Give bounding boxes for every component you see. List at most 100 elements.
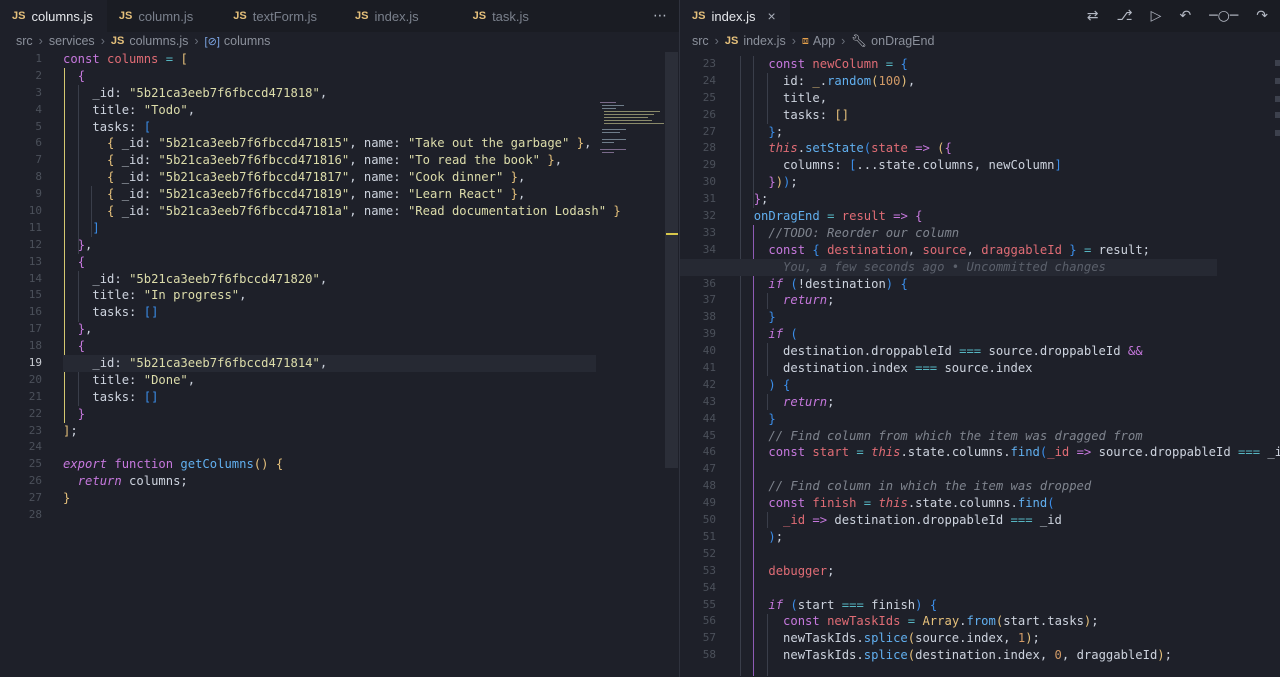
left-tab-actions: ⋯ xyxy=(653,0,679,32)
line-number: 46 xyxy=(702,445,716,459)
line-number: 39 xyxy=(702,327,716,341)
breadcrumb-file[interactable]: index.js xyxy=(743,34,785,48)
code-editor-columns[interactable]: 1 2 3 4 5 6 7 8 9 10 11 12 13 14 15 16 17 18 19 20 21 22 23 24 2… xyxy=(0,51,679,677)
tab-task-js[interactable]: JS task.js xyxy=(433,0,543,32)
tab-label: task.js xyxy=(492,8,529,24)
breadcrumb-services[interactable]: services xyxy=(49,34,95,48)
git-pull-request-icon[interactable]: ⎇ xyxy=(1117,8,1133,24)
code-line: destination.index === source.index xyxy=(739,361,1033,376)
line-number: 57 xyxy=(702,631,716,645)
js-file-icon: JS xyxy=(233,10,247,22)
code-line: return; xyxy=(783,293,835,308)
code-line: { _id: "5b21ca3eeb7f6fbccd471819", name:… xyxy=(107,187,526,202)
run-icon[interactable]: ▷ xyxy=(1151,8,1162,24)
code-line: title: "Todo", xyxy=(92,102,196,117)
code-line: { xyxy=(77,339,86,354)
breadcrumb-class[interactable]: App xyxy=(813,34,835,48)
code-line: } xyxy=(768,411,776,426)
line-number: 25 xyxy=(702,90,716,104)
scrollbar-change-marker xyxy=(666,233,678,235)
line-number: 28 xyxy=(28,508,42,522)
code-line: debugger; xyxy=(768,563,835,578)
breadcrumb-src[interactable]: src xyxy=(692,34,709,48)
line-number: 2 xyxy=(35,68,42,82)
go-back-icon[interactable]: ↶ xyxy=(1179,8,1191,24)
minimap[interactable] xyxy=(596,101,666,161)
vertical-scrollbar[interactable] xyxy=(1274,52,1280,672)
variable-symbol-icon: [⊘] xyxy=(204,35,220,48)
js-file-icon: JS xyxy=(12,10,26,22)
code-line: tasks: [] xyxy=(92,389,159,404)
go-forward-icon[interactable]: ↷ xyxy=(1256,8,1268,24)
code-line: { _id: "5b21ca3eeb7f6fbccd471815", name:… xyxy=(107,136,592,151)
breadcrumb-src[interactable]: src xyxy=(16,34,33,48)
minimap-line xyxy=(604,111,660,112)
line-number: 4 xyxy=(35,102,42,116)
line-number: 18 xyxy=(28,339,42,353)
tab-label: index.js xyxy=(374,8,419,24)
line-number: 23 xyxy=(702,57,716,70)
minimap-line xyxy=(602,152,614,153)
code-line: tasks: [] xyxy=(92,305,159,320)
tab-label: index.js xyxy=(711,8,756,24)
line-number: 12 xyxy=(28,237,42,251)
code-line: return; xyxy=(783,394,835,409)
line-number: 9 xyxy=(35,187,42,201)
minimap-line xyxy=(600,102,616,103)
tab-label: columns.js xyxy=(31,8,93,24)
code-line: { xyxy=(77,254,86,269)
line-number: 27 xyxy=(28,491,42,505)
line-number: 43 xyxy=(702,394,716,408)
tab-column-js[interactable]: JS column.js xyxy=(107,0,207,32)
line-number: 41 xyxy=(702,361,716,375)
code-line: const finish = this.state.columns.find( xyxy=(768,496,1055,511)
code-line: newTaskIds.splice(destination.index, 0, … xyxy=(739,648,1172,663)
code-line: ]; xyxy=(63,423,78,438)
right-tab-actions: ⇄ ⎇ ▷ ↶ ─○─ ↷ xyxy=(1087,0,1280,32)
code-line: title: "Done", xyxy=(92,372,196,387)
tab-textform-js[interactable]: JS textForm.js xyxy=(207,0,331,32)
tab-index-js-right[interactable]: JS index.js × xyxy=(680,0,790,32)
chevron-right-icon: › xyxy=(100,34,105,48)
chevron-right-icon: › xyxy=(38,34,43,48)
line-number: 7 xyxy=(35,153,42,167)
code-editor-index[interactable]: 2324252627282930313233343536373839404142… xyxy=(680,56,1280,677)
line-number-gutter: 1 2 3 4 5 6 7 8 9 10 11 12 13 14 15 16 17 18 19 20 21 22 23 24 2… xyxy=(0,51,54,524)
line-number: 38 xyxy=(702,310,716,324)
minimap-line xyxy=(602,108,616,109)
breadcrumb-symbol[interactable]: columns xyxy=(224,34,271,48)
code-line: id: _.random(100), xyxy=(783,73,916,88)
chevron-right-icon: › xyxy=(714,34,719,48)
tab-index-js[interactable]: JS index.js xyxy=(331,0,433,32)
breadcrumb-file[interactable]: columns.js xyxy=(129,34,188,48)
code-line: const start = this.state.columns.find(_i… xyxy=(768,445,1280,460)
close-icon[interactable]: × xyxy=(768,8,776,24)
wrench-icon: 🔧︎ xyxy=(851,33,868,48)
line-number: 45 xyxy=(702,428,716,442)
line-number: 28 xyxy=(702,141,716,155)
tab-columns-js[interactable]: JS columns.js xyxy=(0,0,107,32)
code-line: _id: "5b21ca3eeb7f6fbccd471820", xyxy=(92,271,328,286)
code-line: _id => destination.droppableId === _id xyxy=(783,513,1062,528)
line-number: 26 xyxy=(702,107,716,121)
minimap-line xyxy=(604,123,664,124)
code-line: const newTaskIds = Array.from(start.task… xyxy=(783,614,1099,629)
line-number: 23 xyxy=(28,423,42,437)
vertical-scrollbar[interactable] xyxy=(665,52,678,468)
tab-spacer xyxy=(790,0,1087,32)
breadcrumb-method[interactable]: onDragEnd xyxy=(871,34,934,48)
left-tab-bar: JS columns.js JS column.js JS textForm.js J… xyxy=(0,0,679,32)
line-number: 29 xyxy=(702,158,716,172)
line-number: 55 xyxy=(702,597,716,611)
commit-icon[interactable]: ─○─ xyxy=(1209,8,1238,24)
code-line: } xyxy=(768,310,776,325)
git-compare-icon[interactable]: ⇄ xyxy=(1087,8,1099,24)
code-line: destination.droppableId === source.dropp… xyxy=(739,344,1143,359)
chevron-right-icon: › xyxy=(194,34,199,48)
right-tab-bar: JS index.js × ⇄ ⎇ ▷ ↶ ─○─ ↷ xyxy=(680,0,1280,32)
line-number: 27 xyxy=(702,124,716,138)
ellipsis-icon[interactable]: ⋯ xyxy=(653,8,667,24)
code-line: tasks: [] xyxy=(739,107,850,122)
code-line-current: _id: "5b21ca3eeb7f6fbccd471814", xyxy=(63,355,596,372)
